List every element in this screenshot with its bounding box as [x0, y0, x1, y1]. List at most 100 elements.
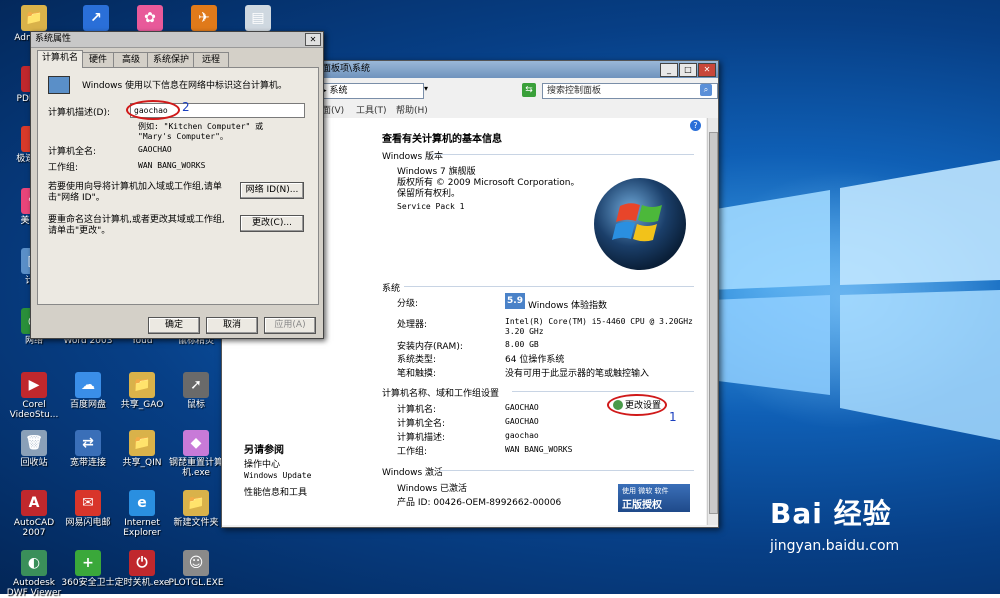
new-folder-icon[interactable]: 📁 新建文件夹 [164, 490, 228, 528]
baidu-watermark: Bai 经验 jingyan.baidu.com [770, 492, 899, 554]
divider [432, 154, 694, 155]
search-icon[interactable]: ⌕ [700, 84, 712, 96]
dialog-close-button[interactable]: ✕ [305, 33, 321, 46]
change-button[interactable]: 更改(C)... [240, 215, 304, 232]
copyright-text: 版权所有 © 2009 Microsoft Corporation。保留所有权利… [397, 178, 580, 199]
network-id-button[interactable]: 网络 ID(N)... [240, 182, 304, 199]
description-label: 计算机描述: [397, 433, 446, 443]
shortcut-icon-2-glyph-icon: ✿ [137, 5, 163, 31]
edition-section-title: Windows 版本 [382, 152, 444, 162]
ram-label: 安装内存(RAM): [397, 342, 463, 352]
wizard-text: 若要使用向导将计算机加入域或工作组,请单击"网络 ID"。 [48, 182, 222, 203]
system-type-value: 64 位操作系统 [505, 355, 565, 365]
description-value: gaochao [505, 431, 539, 440]
full-name-value: GAOCHAO [138, 145, 172, 154]
tab-system-protection[interactable]: 系统保护 [147, 52, 195, 67]
new-folder-glyph-icon: 📁 [183, 490, 209, 516]
mouse-icon[interactable]: ➚ 鼠标 [164, 372, 228, 410]
page-title: 查看有关计算机的基本信息 [382, 134, 502, 145]
cancel-button[interactable]: 取消 [206, 317, 258, 334]
rating-score-badge[interactable]: 5.9 [505, 293, 525, 309]
reset-computer-icon[interactable]: ◆ 钢琵重置计算机.exe [164, 430, 228, 478]
full-name-label: 计算机全名: [48, 147, 97, 157]
document-icon[interactable]: ▤ [226, 5, 290, 33]
tab-computer-name[interactable]: 计算机名 [37, 50, 83, 68]
rating-label: 分级: [397, 299, 419, 309]
edition-value: Windows 7 旗舰版 [397, 167, 476, 177]
performance-link[interactable]: 性能信息和工具 [244, 485, 307, 498]
close-button[interactable]: ✕ [698, 63, 716, 77]
vertical-scrollbar[interactable] [707, 118, 718, 525]
name-section-title: 计算机名称、域和工作组设置 [382, 389, 500, 399]
windows7-logo [592, 176, 688, 272]
wangyi-glyph-icon: ✉ [75, 490, 101, 516]
dropdown-arrow-icon[interactable]: ▾ [424, 84, 434, 96]
processor-value: Intel(R) Core(TM) i5-4460 CPU @ 3.20GHz … [505, 317, 693, 336]
computer-name-label: 计算机名: [397, 405, 437, 415]
rename-text: 要重命名这台计算机,或者更改其域或工作组,请单击"更改"。 [48, 215, 225, 236]
search-input[interactable]: 搜索控制面板 [542, 83, 718, 99]
full-name-label: 计算机全名: [397, 419, 446, 429]
corel-glyph-icon: ▶ [21, 372, 47, 398]
pen-value: 没有可用于此显示器的笔或触控输入 [505, 369, 650, 379]
scrollbar-thumb[interactable] [709, 132, 718, 514]
menu-help[interactable]: 帮助(H) [396, 103, 428, 116]
refresh-icon[interactable]: ⇆ [522, 83, 536, 97]
document-glyph-icon: ▤ [245, 5, 271, 31]
reset-computer-glyph-icon: ◆ [183, 430, 209, 456]
shortcut-icon-3-glyph-icon: ✈ [191, 5, 217, 31]
dialog-titlebar[interactable]: 系统属性 ✕ [31, 32, 323, 48]
system-type-label: 系统类型: [397, 355, 437, 365]
workgroup-value: WAN BANG_WORKS [138, 161, 206, 170]
tab-advanced[interactable]: 高级 [113, 52, 149, 67]
desktop-icon-label: 钢琵重置计算机.exe [168, 458, 223, 478]
windows-update-link[interactable]: Windows Update [244, 471, 311, 480]
system-properties-dialog: 系统属性 ✕ 计算机名 硬件 高级 系统保护 远程 Windows 使用以下信息… [30, 31, 324, 339]
baidu-netdisk-glyph-icon: ☁ [75, 372, 101, 398]
admin-folder-glyph-icon: 📁 [21, 5, 47, 31]
desktop-icon-label: PLOTGL.EXE [168, 578, 224, 588]
annotation-1: 1 [669, 410, 677, 424]
genuine-badge[interactable]: 使用 微软 软件 正版授权 [618, 484, 690, 512]
plotgl-glyph-icon: ☺ [183, 550, 209, 576]
desktop-icon-label: 新建文件夹 [173, 518, 219, 528]
watermark-logo: Bai 经验 [770, 497, 892, 530]
description-label: 计算机描述(D): [48, 108, 110, 118]
tab-panel: Windows 使用以下信息在网络中标识这台计算机。 计算机描述(D): gao… [37, 67, 319, 305]
autocad-glyph-icon: A [21, 490, 47, 516]
minimize-button[interactable]: _ [660, 63, 678, 77]
action-center-link[interactable]: 操作中心 [244, 457, 280, 470]
product-id: 产品 ID: 00426-OEM-8992662-00006 [397, 498, 562, 508]
computer-name-value: GAOCHAO [505, 403, 539, 412]
watermark-url: jingyan.baidu.com [770, 538, 900, 554]
360-glyph-icon: + [75, 550, 101, 576]
shutdown-glyph-icon: ⏻ [129, 550, 155, 576]
share-gao-glyph-icon: 📁 [129, 372, 155, 398]
menu-view[interactable]: 面(V) [322, 103, 344, 116]
rating-link[interactable]: Windows 体验指数 [528, 298, 607, 311]
tab-remote[interactable]: 远程 [193, 52, 229, 67]
maximize-button[interactable]: □ [679, 63, 697, 77]
tab-hardware[interactable]: 硬件 [81, 52, 115, 67]
divider [404, 286, 694, 287]
shortcut-icon-1-glyph-icon: ↗ [83, 5, 109, 31]
ok-button[interactable]: 确定 [148, 317, 200, 334]
full-name-value: GAOCHAO [505, 417, 539, 426]
ram-value: 8.00 GB [505, 340, 539, 349]
see-also-title: 另请参阅 [244, 445, 284, 456]
share-qin-glyph-icon: 📁 [129, 430, 155, 456]
apply-button[interactable]: 应用(A) [264, 317, 316, 334]
plotgl-icon[interactable]: ☺ PLOTGL.EXE [164, 550, 228, 588]
service-pack: Service Pack 1 [397, 202, 465, 211]
help-icon[interactable]: ? [690, 120, 701, 131]
activation-section-title: Windows 激活 [382, 468, 444, 478]
workgroup-label: 工作组: [397, 447, 428, 457]
computer-icon [48, 76, 70, 94]
menu-tools[interactable]: 工具(T) [356, 103, 387, 116]
divider [512, 391, 694, 392]
window-title: 面板项\系统 [322, 64, 371, 74]
ie-glyph-icon: e [129, 490, 155, 516]
annotation-2: 2 [182, 100, 190, 114]
system-section-title: 系统 [382, 284, 401, 294]
broadband-glyph-icon: ⇄ [75, 430, 101, 456]
